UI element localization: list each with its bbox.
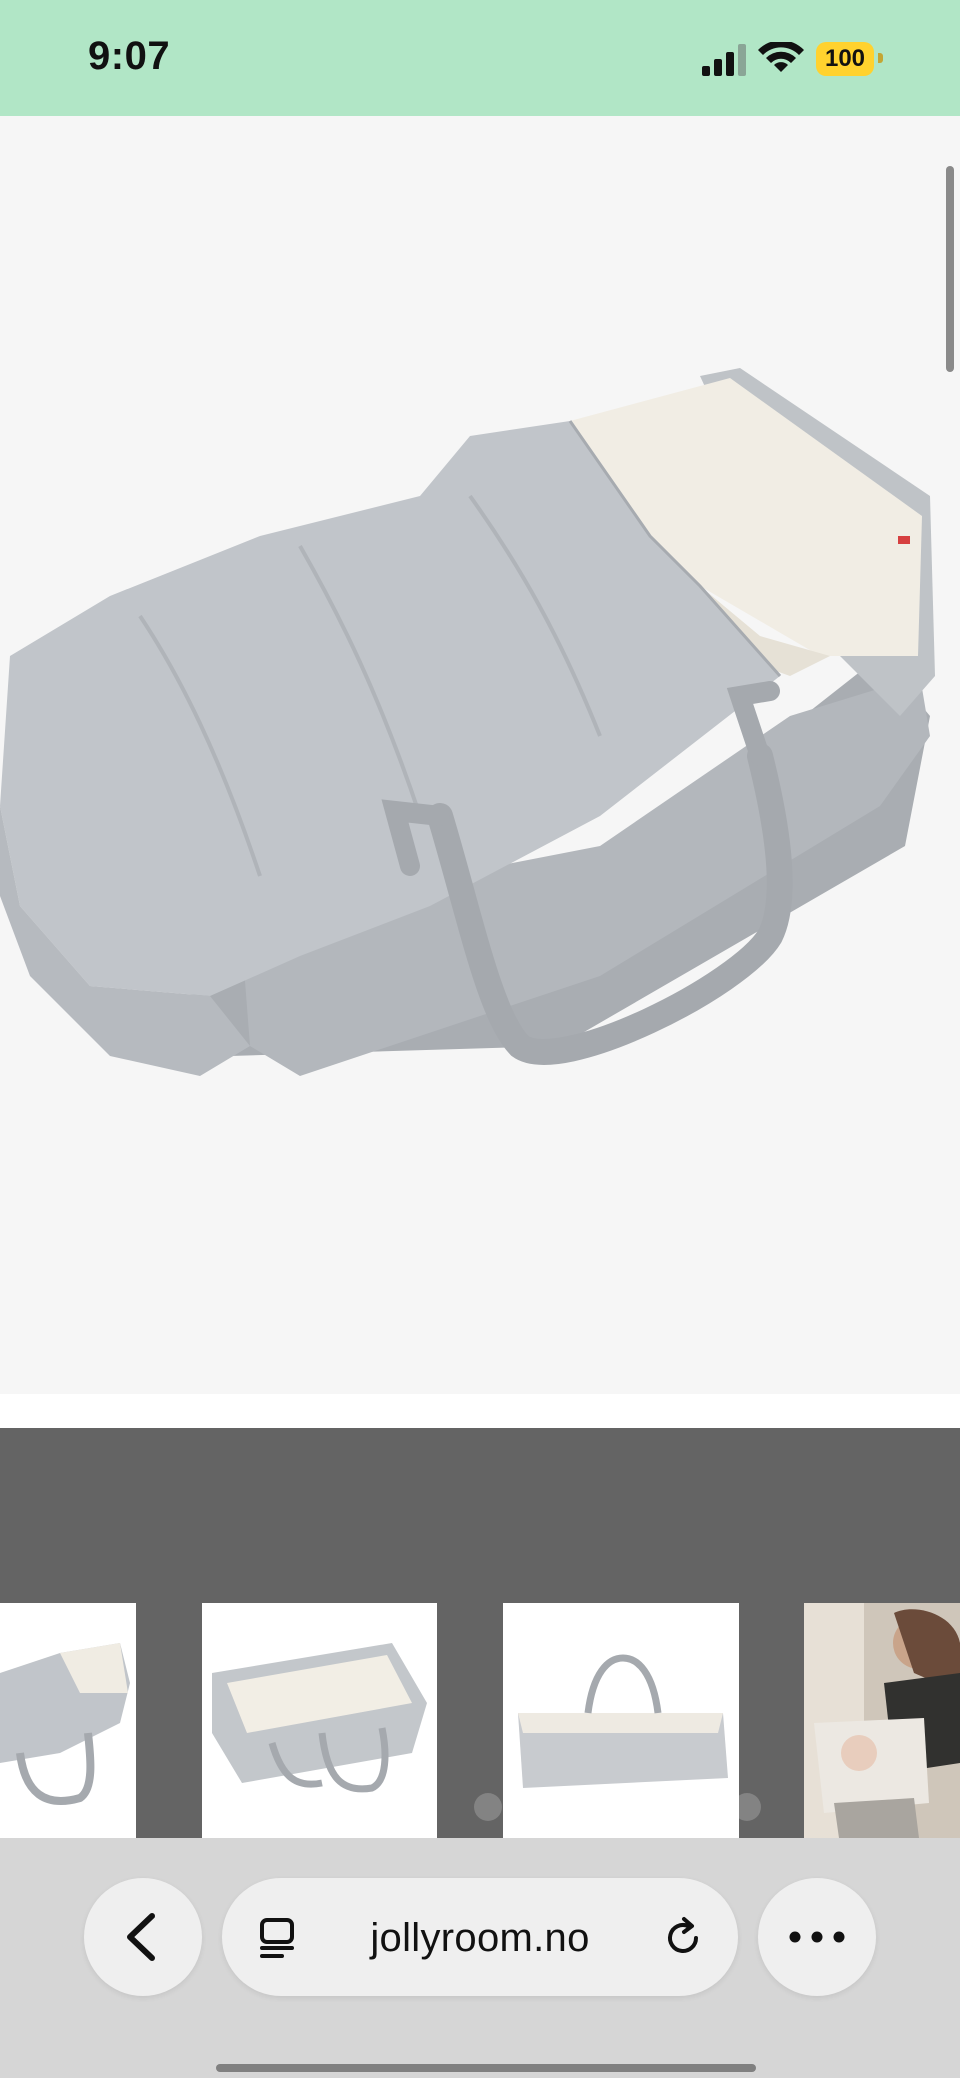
carousel-next-dot[interactable] [733, 1793, 761, 1821]
status-time: 9:07 [88, 34, 171, 78]
more-button[interactable] [758, 1878, 876, 1996]
back-icon [127, 1913, 155, 1961]
url-text: jollyroom.no [370, 1916, 590, 1960]
battery-icon: 100 [816, 42, 874, 76]
gallery-divider [0, 1394, 960, 1428]
carousel-prev-dot[interactable] [474, 1793, 502, 1821]
back-button[interactable] [84, 1878, 202, 1996]
thumbnail-4[interactable] [804, 1603, 960, 1838]
signal-icon [702, 44, 746, 76]
battery-tip [878, 53, 883, 63]
page-scrollbar[interactable] [946, 166, 954, 372]
browser-toolbar: jollyroom.no [0, 1838, 960, 2078]
thumbnail-2-image [212, 1643, 427, 1793]
status-bar: 9:07 100 [0, 0, 960, 116]
carrycot-illustration [0, 368, 935, 1076]
address-bar[interactable]: jollyroom.no [222, 1878, 738, 1996]
thumbnail-3[interactable] [503, 1603, 739, 1838]
thumbnail-2[interactable] [202, 1603, 437, 1838]
reload-icon[interactable] [662, 1916, 706, 1960]
product-main-image[interactable] [0, 116, 960, 1394]
more-icon [789, 1931, 845, 1943]
thumbnail-1-image [0, 1643, 130, 1805]
thumbnail-1[interactable] [0, 1603, 136, 1838]
thumbnail-4-image [804, 1603, 960, 1838]
thumbnail-3-image [518, 1654, 728, 1788]
thumbnail-carousel[interactable] [0, 1428, 960, 1838]
home-indicator[interactable] [216, 2064, 756, 2072]
wifi-icon [758, 42, 804, 72]
